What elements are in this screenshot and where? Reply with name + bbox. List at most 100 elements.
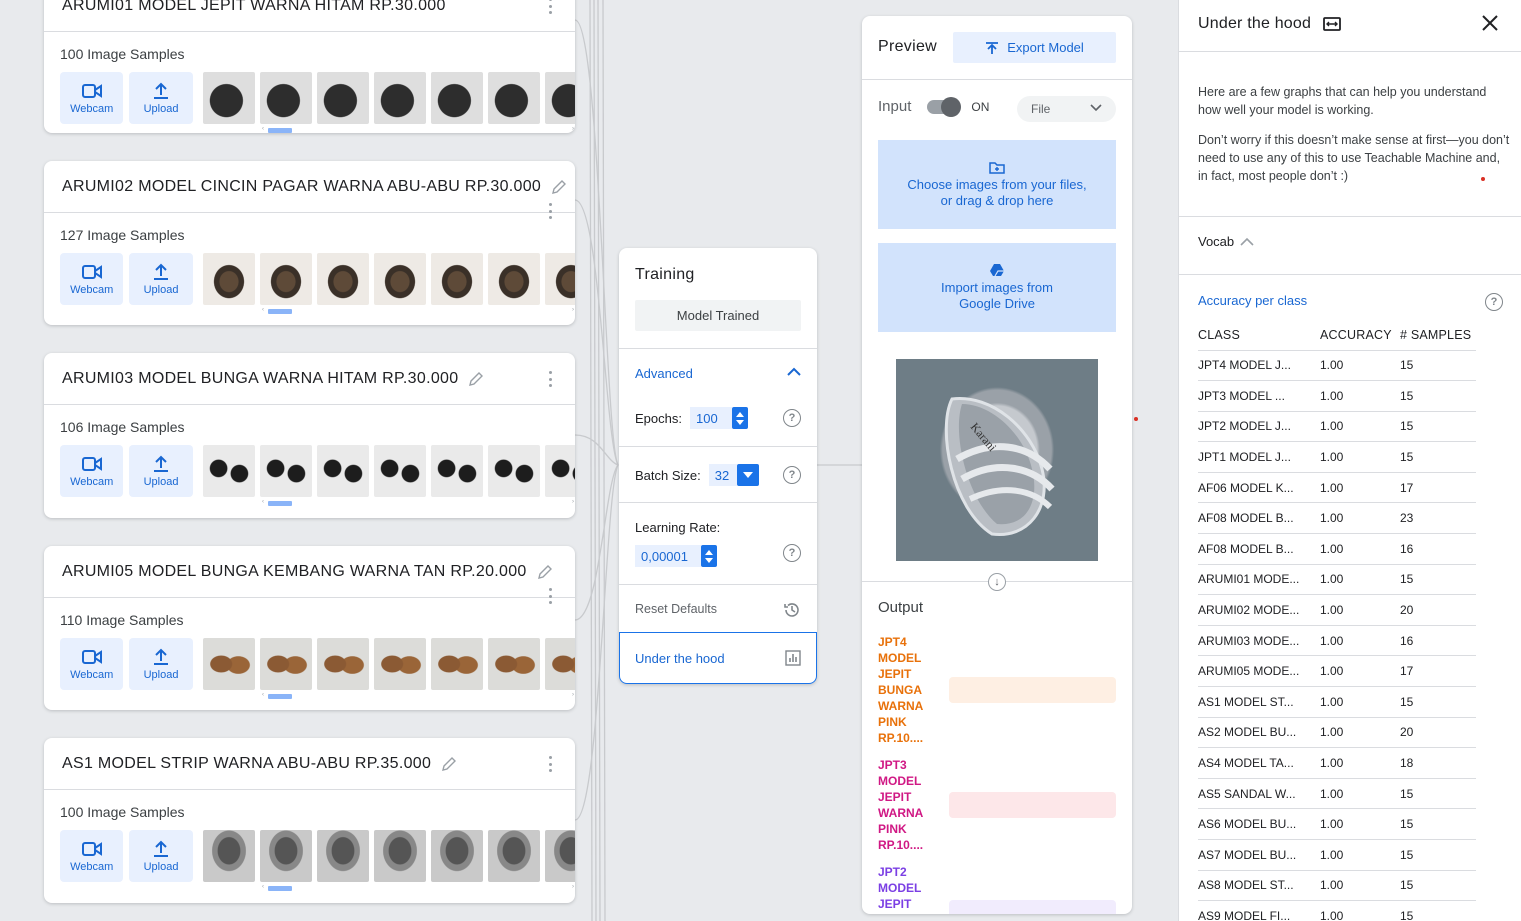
upload-button[interactable]: Upload: [129, 830, 193, 882]
google-drive-icon: [990, 264, 1004, 277]
thumbnail-scrollbar[interactable]: ‹ ›: [202, 882, 575, 894]
table-row: ARUMI02 MODE... 1.00 20: [1198, 594, 1476, 626]
edit-pencil-icon[interactable]: [551, 179, 567, 195]
sample-thumbnail[interactable]: [430, 445, 483, 497]
sample-thumbnail[interactable]: [259, 638, 312, 690]
help-icon[interactable]: ?: [783, 409, 801, 427]
sample-thumbnail[interactable]: [316, 253, 369, 305]
help-icon[interactable]: ?: [783, 466, 801, 484]
sample-thumbnail[interactable]: [373, 253, 426, 305]
table-row: AS1 MODEL ST... 1.00 15: [1198, 686, 1476, 718]
sample-thumbnail[interactable]: [316, 445, 369, 497]
more-options-icon[interactable]: [549, 203, 553, 219]
input-label: Input: [878, 98, 912, 115]
more-options-icon[interactable]: [549, 756, 553, 772]
sample-thumbnail[interactable]: [487, 445, 540, 497]
webcam-button[interactable]: Webcam: [60, 830, 124, 882]
preview-title: Preview: [878, 38, 938, 55]
sample-thumbnail[interactable]: [259, 72, 312, 124]
upload-button[interactable]: Upload: [129, 638, 193, 690]
upload-button[interactable]: Upload: [129, 445, 193, 497]
sample-thumbnail[interactable]: [487, 638, 540, 690]
column-header-class: CLASS: [1198, 320, 1320, 351]
epochs-input[interactable]: 100: [689, 407, 732, 429]
google-drive-import-button[interactable]: Import images from Google Drive: [878, 243, 1116, 332]
sample-thumbnail[interactable]: [487, 830, 540, 882]
more-options-icon[interactable]: [549, 0, 553, 14]
sample-thumbnail[interactable]: [430, 253, 483, 305]
sample-thumbnail[interactable]: [373, 830, 426, 882]
input-source-select[interactable]: File: [1017, 96, 1116, 122]
advanced-toggle[interactable]: Advanced: [619, 348, 817, 396]
learning-rate-input[interactable]: 0,00001: [635, 545, 701, 567]
export-model-button[interactable]: Export Model: [953, 32, 1116, 63]
webcam-button[interactable]: Webcam: [60, 253, 124, 305]
help-icon[interactable]: ?: [783, 544, 801, 562]
learning-rate-stepper[interactable]: [701, 545, 717, 567]
class-title[interactable]: ARUMI02 MODEL CINCIN PAGAR WARNA ABU-ABU…: [62, 178, 541, 196]
edit-pencil-icon[interactable]: [441, 756, 457, 772]
sample-thumbnail[interactable]: [202, 253, 255, 305]
sample-thumbnail[interactable]: [316, 72, 369, 124]
sample-thumbnail[interactable]: [430, 72, 483, 124]
thumbnail-scrollbar[interactable]: ‹ ›: [202, 124, 575, 133]
sample-thumbnail[interactable]: [373, 72, 426, 124]
webcam-button[interactable]: Webcam: [60, 445, 124, 497]
sample-thumbnail[interactable]: [259, 253, 312, 305]
webcam-button[interactable]: Webcam: [60, 72, 124, 124]
reset-defaults-button[interactable]: Reset Defaults: [619, 584, 817, 632]
sample-thumbnail[interactable]: [316, 830, 369, 882]
sample-thumbnail[interactable]: [544, 445, 575, 497]
thumbnail-scrollbar[interactable]: ‹ ›: [202, 305, 575, 317]
more-options-icon[interactable]: [549, 371, 553, 387]
upload-button[interactable]: Upload: [129, 72, 193, 124]
sample-thumbnail[interactable]: [202, 638, 255, 690]
sample-thumbnail[interactable]: [373, 445, 426, 497]
under-the-hood-button[interactable]: Under the hood: [619, 632, 817, 684]
vocab-toggle[interactable]: Vocab: [1198, 234, 1254, 249]
sample-thumbnail[interactable]: [202, 445, 255, 497]
upload-button[interactable]: Upload: [129, 253, 193, 305]
learning-rate-row: Learning Rate: 0,00001 ?: [619, 502, 817, 584]
sample-thumbnail[interactable]: [544, 638, 575, 690]
batch-size-dropdown[interactable]: [736, 464, 759, 486]
sample-thumbnail[interactable]: [373, 638, 426, 690]
sample-thumbnail[interactable]: [259, 830, 312, 882]
edit-pencil-icon[interactable]: [537, 564, 553, 580]
sample-thumbnail[interactable]: [544, 830, 575, 882]
accuracy-cell: 1.00: [1320, 778, 1400, 810]
choose-files-dropzone[interactable]: Choose images from your files, or drag &…: [878, 140, 1116, 229]
edit-pencil-icon[interactable]: [468, 371, 484, 387]
batch-size-select[interactable]: 32: [708, 464, 737, 486]
table-row: AS5 SANDAL W... 1.00 15: [1198, 778, 1476, 810]
class-card-2: ARUMI02 MODEL CINCIN PAGAR WARNA ABU-ABU…: [44, 161, 575, 325]
thumbnail-scrollbar[interactable]: ‹ ›: [202, 497, 575, 509]
class-title[interactable]: ARUMI01 MODEL JEPIT WARNA HITAM RP.30.00…: [62, 0, 446, 15]
class-title[interactable]: ARUMI03 MODEL BUNGA WARNA HITAM RP.30.00…: [62, 370, 458, 388]
close-icon[interactable]: [1481, 14, 1499, 32]
class-title[interactable]: ARUMI05 MODEL BUNGA KEMBANG WARNA TAN RP…: [62, 563, 527, 581]
under-the-hood-panel: Under the hood Here are a few graphs tha…: [1178, 0, 1521, 921]
thumbnail-scrollbar[interactable]: ‹ ›: [202, 690, 575, 702]
sample-thumbnail[interactable]: [202, 830, 255, 882]
help-icon[interactable]: ?: [1485, 293, 1503, 311]
sample-thumbnail[interactable]: [259, 445, 312, 497]
sample-thumbnail[interactable]: [487, 253, 540, 305]
output-confidence-bar: [949, 677, 1116, 703]
sample-thumbnail[interactable]: [316, 638, 369, 690]
sample-thumbnail[interactable]: [430, 830, 483, 882]
sample-thumbnail[interactable]: [544, 72, 575, 124]
more-options-icon[interactable]: [549, 588, 553, 604]
sample-thumbnail[interactable]: [487, 72, 540, 124]
input-toggle[interactable]: [927, 96, 962, 117]
sample-thumbnail[interactable]: [430, 638, 483, 690]
vocab-label: Vocab: [1198, 234, 1235, 249]
epochs-stepper[interactable]: [731, 407, 748, 429]
sample-thumbnail[interactable]: [202, 72, 255, 124]
class-title[interactable]: AS1 MODEL STRIP WARNA ABU-ABU RP.35.000: [62, 755, 431, 773]
expand-panel-icon[interactable]: [1323, 17, 1342, 31]
export-model-label: Export Model: [1007, 40, 1084, 55]
webcam-button[interactable]: Webcam: [60, 638, 124, 690]
sample-thumbnail[interactable]: [544, 253, 575, 305]
train-model-button[interactable]: Model Trained: [635, 300, 801, 331]
